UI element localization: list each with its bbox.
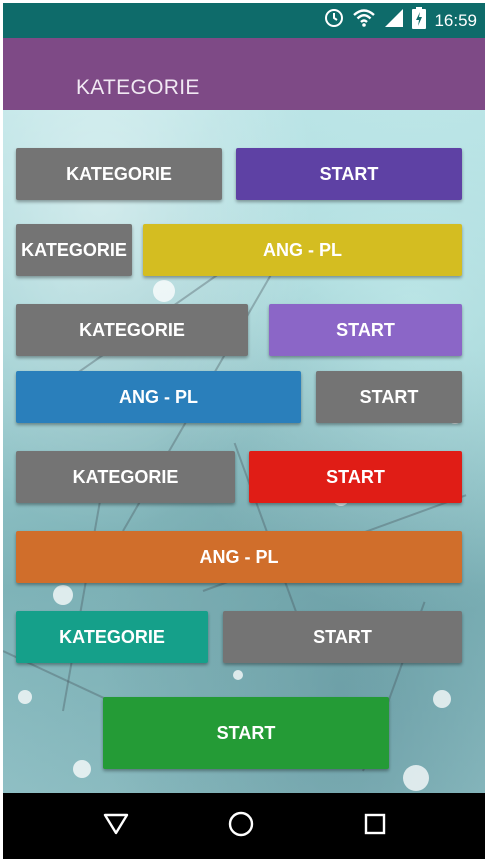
wifi-icon xyxy=(352,8,376,33)
phone-screen: 16:59 KATEGORIE KATEGORIE START KATEGORI… xyxy=(3,3,485,859)
ang-pl-button[interactable]: ANG - PL xyxy=(16,371,301,423)
start-button[interactable]: START xyxy=(269,304,462,356)
status-icons: 16:59 xyxy=(324,3,477,38)
ang-pl-button[interactable]: ANG - PL xyxy=(143,224,462,276)
back-button[interactable] xyxy=(76,793,156,859)
category-button[interactable]: KATEGORIE xyxy=(16,304,248,356)
category-button[interactable]: KATEGORIE xyxy=(16,451,235,503)
start-button[interactable]: START xyxy=(223,611,462,663)
ang-pl-button[interactable]: ANG - PL xyxy=(16,531,462,583)
start-button[interactable]: START xyxy=(236,148,462,200)
back-icon xyxy=(103,812,129,841)
app-bar: KATEGORIE xyxy=(3,38,485,110)
page-title: KATEGORIE xyxy=(76,76,200,99)
home-icon xyxy=(227,810,255,843)
category-button[interactable]: KATEGORIE xyxy=(16,148,222,200)
alarm-icon xyxy=(324,8,344,33)
signal-icon xyxy=(384,8,404,33)
start-button[interactable]: START xyxy=(249,451,462,503)
status-time: 16:59 xyxy=(434,10,477,30)
category-button[interactable]: KATEGORIE xyxy=(16,224,132,276)
category-button[interactable]: KATEGORIE xyxy=(16,611,208,663)
recents-button[interactable] xyxy=(335,793,415,859)
status-bar: 16:59 xyxy=(3,3,485,38)
start-button[interactable]: START xyxy=(316,371,462,423)
battery-icon xyxy=(412,7,427,34)
navigation-bar xyxy=(3,793,485,859)
recents-icon xyxy=(363,812,387,841)
home-button[interactable] xyxy=(201,793,281,859)
start-button[interactable]: START xyxy=(103,697,389,769)
